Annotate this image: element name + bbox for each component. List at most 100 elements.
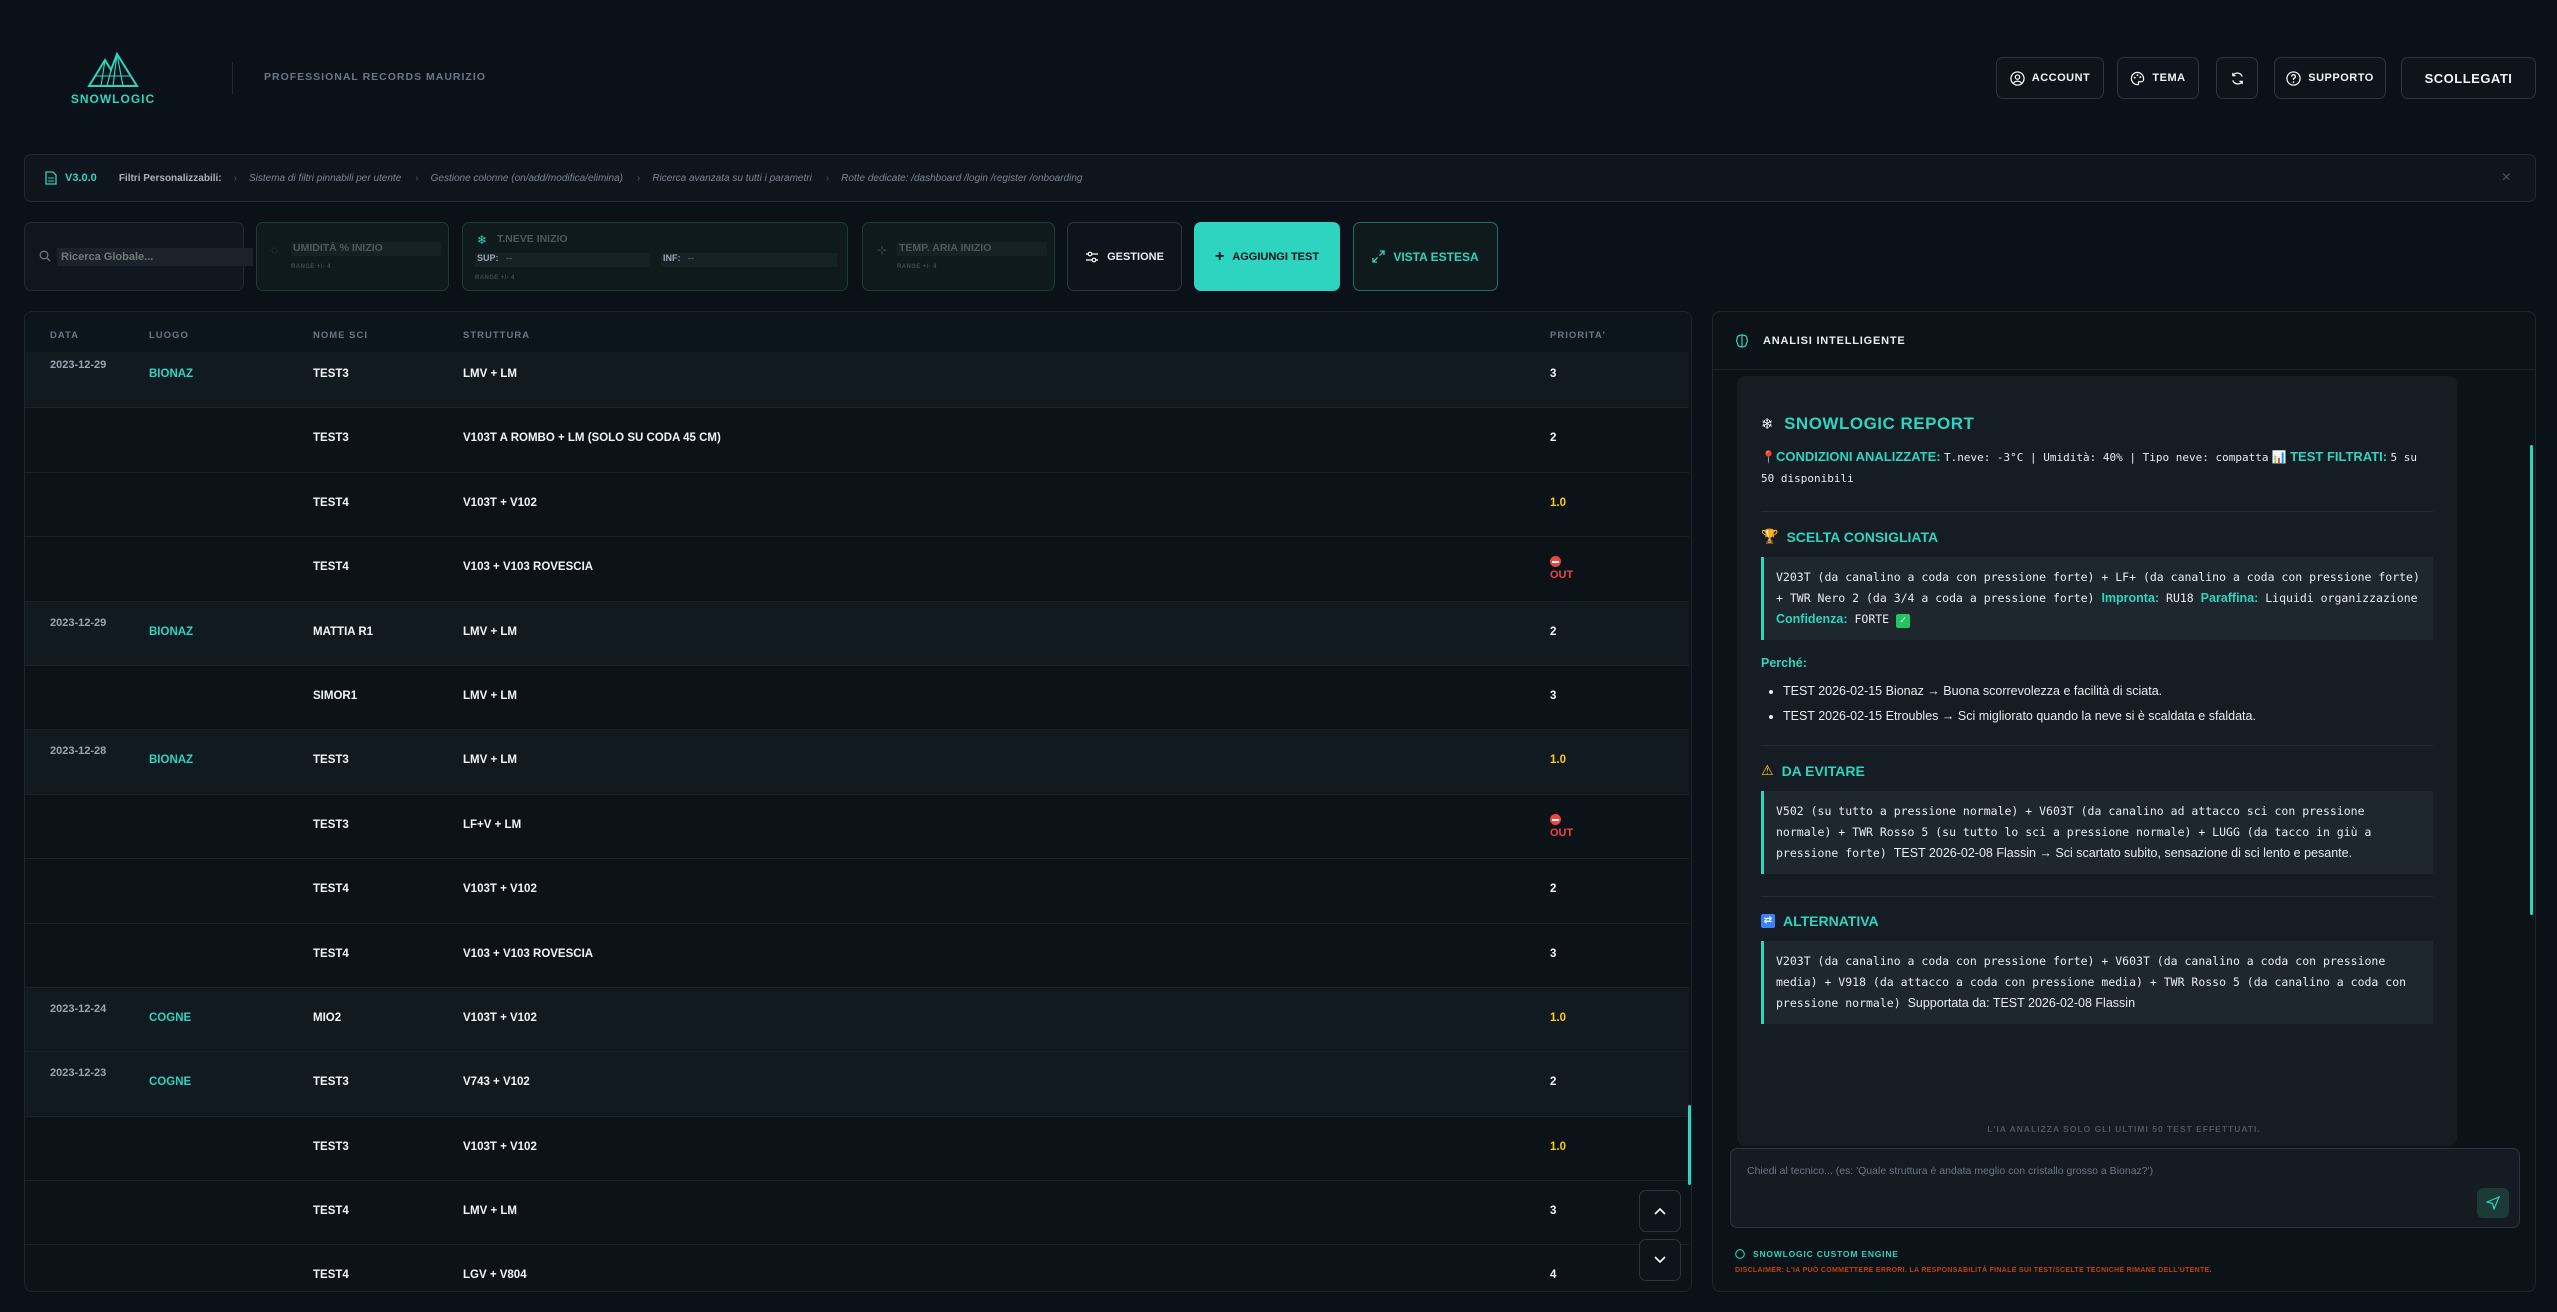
palette-icon <box>2131 71 2145 85</box>
cell-nome-sci: TEST3 <box>313 368 349 380</box>
cell-priorita: 1.0 <box>1550 1011 1566 1024</box>
filter-tneve[interactable]: ❄ T.NEVE INIZIO SUP: -- INF: -- RANGE +/… <box>462 222 848 291</box>
table-row[interactable]: TEST3 V103T + V102 1.0 <box>25 1117 1689 1182</box>
filter-tneve-range: RANGE +/- 4 <box>475 275 515 281</box>
table-row[interactable]: TEST4 LMV + LM 3 <box>25 1181 1689 1246</box>
table-row[interactable]: TEST4 V103 + V103 ROVESCIA OUT <box>25 537 1689 602</box>
table-row[interactable]: 2023-12-28 BIONAZ TEST3 LMV + LM 1.0 <box>25 730 1689 795</box>
col-data[interactable]: DATA <box>50 330 79 341</box>
cell-luogo: COGNE <box>149 1076 192 1089</box>
brain-icon <box>1736 333 1748 348</box>
gestione-button[interactable]: GESTIONE <box>1067 222 1182 291</box>
filter-temp-aria[interactable]: ⊹ TEMP. ARIA INIZIO RANGE +/- 4 <box>862 222 1055 291</box>
table-row[interactable]: TEST4 V103 + V103 ROVESCIA 3 <box>25 924 1689 988</box>
cell-struttura: V103T + V102 <box>463 883 537 896</box>
cell-luogo: BIONAZ <box>149 625 194 638</box>
support-button[interactable]: SUPPORTO <box>2274 57 2386 99</box>
table-row[interactable]: TEST3 LF+V + LM OUT <box>25 795 1689 860</box>
refresh-button[interactable] <box>2216 57 2258 99</box>
table-row[interactable]: TEST3 V103T A ROMBO + LM (SOLO SU CODA 45… <box>25 408 1689 473</box>
cell-struttura: LMV + LM <box>463 625 517 638</box>
table-row[interactable]: TEST4 V103T + V102 2 <box>25 859 1689 924</box>
warning-icon: ⚠ <box>1761 762 1774 778</box>
close-icon[interactable]: × <box>2502 169 2511 187</box>
vista-estesa-button[interactable]: VISTA ESTESA <box>1353 222 1498 291</box>
chat-input[interactable]: Chiedi al tecnico... (es: 'Quale struttu… <box>1730 1148 2520 1228</box>
separator-icon: › <box>233 172 237 184</box>
ai-scrollbar[interactable] <box>2530 445 2533 915</box>
ai-report: ❄ SNOWLOGIC REPORT 📍CONDIZIONI ANALIZZAT… <box>1737 376 2457 1146</box>
cell-nome-sci: TEST4 <box>313 947 349 960</box>
conditions-text: T.neve: -3°C | Umidità: 40% | Tipo neve:… <box>1943 451 2269 464</box>
alternativa-title: ALTERNATIVA <box>1783 913 1879 929</box>
add-test-button[interactable]: + AGGIUNGI TEST <box>1194 222 1340 291</box>
alternativa-box: V203T (da canalino a coda con pressione … <box>1761 941 2433 1024</box>
cell-priorita: 2 <box>1550 1076 1557 1089</box>
cell-priorita: 1.0 <box>1550 754 1566 767</box>
table-row[interactable]: TEST4 V103T + V102 1.0 <box>25 473 1689 538</box>
mountain-logo-icon <box>87 51 139 87</box>
cell-date: 2023-12-24 <box>50 1002 107 1015</box>
feature-banner: V3.0.0 Filtri Personalizzabili: › Sistem… <box>24 154 2536 202</box>
evitare-box: V502 (su tutto a pressione normale) + V6… <box>1761 791 2433 874</box>
evitare-note: TEST 2026-02-08 Flassin → Sci scartato s… <box>1893 846 2353 860</box>
app-header: SNOWLOGIC PROFESSIONAL RECORDS MAURIZIO … <box>0 0 2557 150</box>
no-entry-icon <box>1550 556 1561 568</box>
thermometer-icon: ⊹ <box>877 243 888 257</box>
filter-temp-aria-label: TEMP. ARIA INIZIO <box>897 242 1047 256</box>
col-luogo[interactable]: LUOGO <box>149 330 189 341</box>
scelta-box: V203T (da canalino a coda con pressione … <box>1761 557 2433 640</box>
logo[interactable]: SNOWLOGIC <box>68 50 158 106</box>
droplet-icon: ◌ <box>271 243 279 257</box>
scroll-up-button[interactable] <box>1639 1190 1681 1232</box>
cell-nome-sci: MIO2 <box>313 1011 342 1024</box>
search-input[interactable] <box>57 248 253 266</box>
tneve-inf-field[interactable]: INF: -- <box>661 253 837 267</box>
table-row[interactable]: 2023-12-23 COGNE TEST3 V743 + V102 2 <box>25 1052 1689 1117</box>
send-button[interactable] <box>2477 1188 2509 1218</box>
col-struttura[interactable]: STRUTTURA <box>463 330 530 341</box>
logout-button[interactable]: SCOLLEGATI <box>2401 57 2536 99</box>
cell-struttura: V103T A ROMBO + LM (SOLO SU CODA 45 CM) <box>463 432 721 445</box>
table-row[interactable]: TEST4 LGV + V804 4 <box>25 1245 1689 1291</box>
cell-nome-sci: MATTIA R1 <box>313 625 374 638</box>
cell-nome-sci: TEST3 <box>313 1140 349 1153</box>
user-icon <box>2010 70 2025 86</box>
table-row[interactable]: 2023-12-24 COGNE MIO2 V103T + V102 1.0 <box>25 987 1689 1053</box>
tneve-sup-field[interactable]: SUP: -- <box>475 253 650 267</box>
cell-nome-sci: TEST4 <box>313 883 349 896</box>
evitare-heading: ⚠ DA EVITARE <box>1761 745 2433 779</box>
ai-panel-title: ANALISI INTELLIGENTE <box>1763 334 1906 347</box>
table-scrollbar[interactable] <box>1688 1105 1691 1185</box>
gestione-label: GESTIONE <box>1107 250 1164 263</box>
table-row[interactable]: SIMOR1 LMV + LM 3 <box>25 666 1689 731</box>
filter-umidita[interactable]: ◌ UMIDITÀ % INIZIO RANGE +/- 4 <box>256 222 449 291</box>
logo-text: SNOWLOGIC <box>70 92 156 106</box>
theme-button[interactable]: TEMA <box>2117 57 2199 99</box>
cell-struttura: V103T + V102 <box>463 1011 537 1024</box>
report-title: ❄ SNOWLOGIC REPORT <box>1761 414 2433 434</box>
table-row[interactable]: 2023-12-29 BIONAZ MATTIA R1 LMV + LM 2 <box>25 601 1689 666</box>
table-row[interactable]: 2023-12-29 BIONAZ TEST3 LMV + LM 3 <box>25 344 1689 409</box>
filter-umidita-label: UMIDITÀ % INIZIO <box>291 242 441 256</box>
chat-placeholder: Chiedi al tecnico... (es: 'Quale struttu… <box>1747 1165 2154 1177</box>
cell-priorita: 3 <box>1550 368 1557 380</box>
list-item: TEST 2026-02-15 Bionaz → Buona scorrevol… <box>1783 684 2433 698</box>
cell-struttura: V103 + V103 ROVESCIA <box>463 561 594 574</box>
account-button[interactable]: ACCOUNT <box>1996 57 2104 99</box>
cell-nome-sci: TEST4 <box>313 1269 349 1282</box>
scroll-down-button[interactable] <box>1639 1239 1681 1281</box>
cell-struttura: LMV + LM <box>463 754 517 767</box>
perche-label: Perché: <box>1761 656 1807 670</box>
list-item: TEST 2026-02-15 Etroubles → Sci migliora… <box>1783 709 2433 723</box>
filter-tneve-label: T.NEVE INIZIO <box>497 233 568 245</box>
cell-priorita: 3 <box>1550 689 1557 702</box>
cell-nome-sci: TEST3 <box>313 754 349 767</box>
sliders-icon <box>1086 251 1099 262</box>
cell-struttura: V103T + V102 <box>463 496 537 509</box>
no-entry-icon <box>1550 813 1561 825</box>
cell-struttura: LMV + LM <box>463 689 517 702</box>
col-nome-sci[interactable]: NOME SCI <box>313 330 368 341</box>
col-priorita[interactable]: PRIORITA' <box>1550 330 1606 341</box>
cell-struttura: V743 + V102 <box>463 1076 530 1089</box>
